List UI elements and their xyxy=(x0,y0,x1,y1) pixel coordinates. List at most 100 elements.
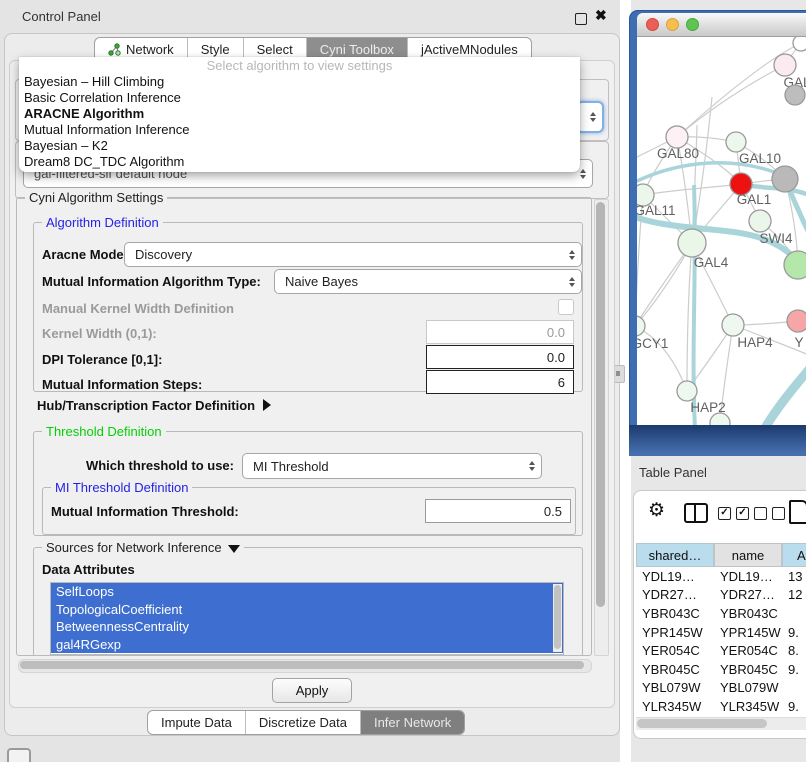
settings-horizontal-scrollbar[interactable] xyxy=(18,659,592,673)
network-edge[interactable] xyxy=(637,163,787,185)
zoom-window-icon[interactable] xyxy=(686,18,699,31)
table-row[interactable]: YPR145WYPR145W9. xyxy=(636,623,806,642)
network-edge[interactable] xyxy=(643,184,741,195)
network-node[interactable] xyxy=(774,54,796,76)
network-node[interactable] xyxy=(784,251,806,279)
network-node[interactable] xyxy=(666,126,688,148)
table-row[interactable]: YBR043CYBR043C xyxy=(636,604,806,623)
gear-icon[interactable]: ⚙ xyxy=(648,500,665,522)
network-node[interactable] xyxy=(726,132,746,152)
table-cell[interactable]: YPR145W xyxy=(636,625,714,640)
close-window-icon[interactable] xyxy=(646,18,659,31)
settings-scrollbar-thumb[interactable] xyxy=(596,202,605,607)
table-hscrollbar-thumb[interactable] xyxy=(637,719,767,728)
table-cell[interactable]: YBL079W xyxy=(636,680,714,695)
algorithm-menu-item[interactable]: ARACNE Algorithm xyxy=(19,106,580,122)
network-window-titlebar[interactable] xyxy=(637,13,806,37)
table-row[interactable]: YBR045CYBR045C9. xyxy=(636,660,806,679)
table-horizontal-scrollbar[interactable] xyxy=(636,717,806,730)
table-row[interactable]: YLR345WYLR345W9. xyxy=(636,697,806,716)
data-attribute-item[interactable]: SelfLoops xyxy=(51,583,563,601)
table-cell[interactable]: YBR045C xyxy=(636,662,714,677)
list-vertical-scrollbar[interactable] xyxy=(553,584,562,652)
table-cell[interactable]: 9. xyxy=(782,625,806,640)
network-edge[interactable] xyxy=(687,243,692,391)
table-row[interactable]: YDR27…YDR27…12 xyxy=(636,586,806,605)
close-panel-icon[interactable]: ✖ xyxy=(595,7,607,24)
network-edge[interactable] xyxy=(677,65,785,137)
algorithm-menu-item[interactable]: Bayesian – K2 xyxy=(19,138,580,154)
dpi-tolerance-field[interactable]: 0.0 xyxy=(426,345,574,369)
deselect-all-icon[interactable] xyxy=(754,507,785,520)
table-cell[interactable]: YDR27… xyxy=(714,587,782,602)
network-view-window[interactable]: GALGAL80GAL10GAL1GAL11SWI4GAL4GCY1HAP4YH… xyxy=(629,10,806,456)
network-node[interactable] xyxy=(793,37,806,51)
table-cell[interactable]: 12 xyxy=(782,587,806,602)
algorithm-menu-item[interactable]: Dream8 DC_TDC Algorithm xyxy=(19,154,580,170)
column-header-name[interactable]: name xyxy=(714,543,782,567)
algorithm-menu-item[interactable]: Basic Correlation Inference xyxy=(19,90,580,106)
tab-discretize-data[interactable]: Discretize Data xyxy=(245,711,360,734)
table-cell[interactable]: 9. xyxy=(782,699,806,714)
column-header-shared-name[interactable]: shared… xyxy=(636,543,714,567)
table-cell[interactable]: YLR345W xyxy=(636,699,714,714)
table-cell[interactable]: YLR345W xyxy=(714,699,782,714)
apply-button[interactable]: Apply xyxy=(272,678,352,703)
kernel-width-field[interactable]: 0.0 xyxy=(426,320,574,344)
network-node[interactable] xyxy=(677,381,697,401)
which-threshold-combobox[interactable]: MI Threshold xyxy=(242,453,542,479)
table-cell[interactable]: YDL19… xyxy=(636,569,714,584)
settings-hscrollbar-thumb[interactable] xyxy=(20,661,584,669)
table-cell[interactable]: YBR045C xyxy=(714,662,782,677)
hub-tf-definition-toggle[interactable]: Hub/Transcription Factor Definition xyxy=(37,398,271,413)
new-table-icon[interactable] xyxy=(789,500,806,524)
network-node[interactable] xyxy=(678,229,706,257)
network-node[interactable] xyxy=(772,166,798,192)
network-node[interactable] xyxy=(637,316,645,336)
table-cell[interactable]: YBL079W xyxy=(714,680,782,695)
mi-algorithm-type-combobox[interactable]: Naive Bayes xyxy=(274,269,582,294)
float-panel-icon[interactable] xyxy=(575,13,587,25)
network-canvas[interactable]: GALGAL80GAL10GAL1GAL11SWI4GAL4GCY1HAP4YH… xyxy=(637,37,806,425)
network-node[interactable] xyxy=(749,210,771,232)
table-cell[interactable]: 13 xyxy=(782,569,806,584)
aracne-mode-combobox[interactable]: Discovery xyxy=(124,242,582,267)
data-attribute-item[interactable]: BetweennessCentrality xyxy=(51,618,563,636)
data-attributes-listbox[interactable]: SelfLoopsTopologicalCoefficientBetweenne… xyxy=(50,582,564,655)
table-row[interactable]: YDL19…YDL19…13 xyxy=(636,567,806,586)
tab-infer-network[interactable]: Infer Network xyxy=(360,711,464,734)
list-scrollbar-thumb[interactable] xyxy=(554,585,561,649)
algorithm-menu-item[interactable]: Mutual Information Inference xyxy=(19,122,580,138)
minimize-window-icon[interactable] xyxy=(666,18,679,31)
network-node[interactable] xyxy=(787,310,806,332)
table-cell[interactable]: YPR145W xyxy=(714,625,782,640)
select-all-icon[interactable]: ✓ ✓ xyxy=(718,507,749,520)
mi-steps-field[interactable]: 6 xyxy=(426,370,574,394)
network-edge[interactable] xyxy=(637,243,692,333)
settings-vertical-scrollbar[interactable] xyxy=(594,199,609,656)
collapse-down-icon[interactable] xyxy=(228,545,240,553)
tab-impute-data[interactable]: Impute Data xyxy=(148,711,245,734)
table-cell[interactable]: 9. xyxy=(782,662,806,677)
algorithm-menu-item[interactable]: Bayesian – Hill Climbing xyxy=(19,74,580,90)
mi-threshold-field[interactable]: 0.5 xyxy=(425,499,571,523)
table-cell[interactable]: YER054C xyxy=(636,643,714,658)
algorithm-combobox-fragment[interactable] xyxy=(576,101,604,133)
table-cell[interactable]: YBR043C xyxy=(636,606,714,621)
network-node[interactable] xyxy=(785,85,805,105)
table-cell[interactable]: YBR043C xyxy=(714,606,782,621)
table-cell[interactable]: 8. xyxy=(782,643,806,658)
collapsed-panel-chip[interactable] xyxy=(7,748,31,762)
table-cell[interactable]: YER054C xyxy=(714,643,782,658)
table-cell[interactable]: YDR27… xyxy=(636,587,714,602)
expand-right-icon[interactable] xyxy=(263,399,271,411)
network-edge[interactable] xyxy=(761,367,806,425)
table-cell[interactable]: YDL19… xyxy=(714,569,782,584)
columns-icon[interactable] xyxy=(684,503,708,523)
table-row[interactable]: YER054CYER054C8. xyxy=(636,641,806,660)
data-attribute-item[interactable]: TopologicalCoefficient xyxy=(51,601,563,619)
table-row[interactable]: YBL079WYBL079W xyxy=(636,679,806,698)
data-attribute-item[interactable]: gal4RGexp xyxy=(51,636,563,654)
column-header-clipped[interactable]: A xyxy=(782,543,806,567)
manual-kernel-width-checkbox[interactable] xyxy=(558,299,574,315)
